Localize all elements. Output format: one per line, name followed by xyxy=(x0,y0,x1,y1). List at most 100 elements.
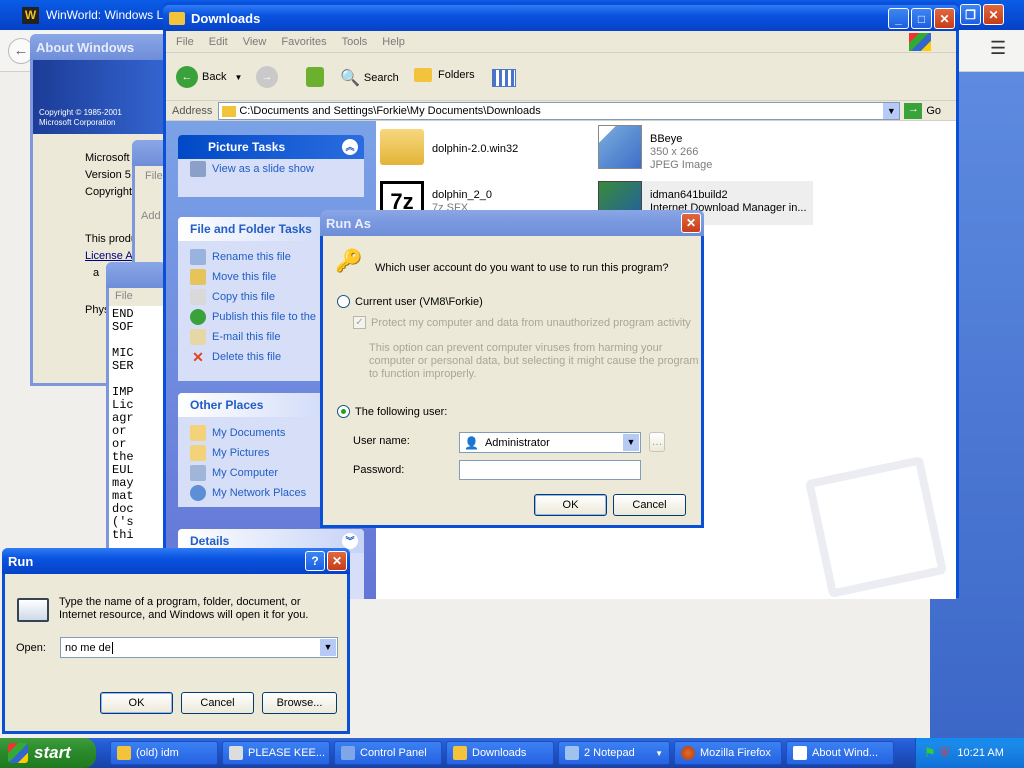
menu-edit[interactable]: Edit xyxy=(209,36,228,48)
close-icon[interactable]: ✕ xyxy=(681,213,701,233)
run-program-icon xyxy=(17,598,49,622)
views-icon[interactable] xyxy=(492,69,516,87)
folders-icon xyxy=(414,68,432,82)
address-input[interactable]: C:\Documents and Settings\Forkie\My Docu… xyxy=(218,101,901,120)
task-slideshow[interactable]: View as a slide show xyxy=(178,159,364,179)
close-icon[interactable]: ✕ xyxy=(327,551,347,571)
task-label: Control Panel xyxy=(360,747,427,759)
minimize-icon[interactable]: _ xyxy=(888,8,909,29)
address-dropdown-icon[interactable]: ▼ xyxy=(883,102,900,119)
text-caret xyxy=(111,641,113,654)
copy-icon xyxy=(190,289,206,305)
clock: 10:21 AM xyxy=(957,747,1004,759)
close-icon[interactable]: ✕ xyxy=(934,8,955,29)
maximize-icon[interactable]: □ xyxy=(911,8,932,29)
about-copyright-1: Copyright © 1985-2001 xyxy=(39,108,122,117)
chevron-down-icon[interactable]: ▼ xyxy=(234,73,242,82)
menu-favorites[interactable]: Favorites xyxy=(281,36,326,48)
start-button[interactable]: start xyxy=(0,738,96,768)
user-avatar-icon: 👤 xyxy=(464,435,479,450)
help-icon[interactable]: ? xyxy=(305,551,325,571)
menu-view[interactable]: View xyxy=(243,36,267,48)
network-tray-icon[interactable]: ⚑ xyxy=(924,745,936,761)
network-icon xyxy=(190,485,206,501)
open-input[interactable]: no me de ▼ xyxy=(60,637,338,658)
task-label: About Wind... xyxy=(812,747,879,759)
runas-question: Which user account do you want to use to… xyxy=(375,262,669,274)
run-cancel-button[interactable]: Cancel xyxy=(181,692,254,714)
my-documents-icon xyxy=(190,425,206,441)
go-arrow-icon: → xyxy=(904,102,923,119)
collapse-icon[interactable]: ︽ xyxy=(342,139,358,155)
task-notepad-group[interactable]: 2 Notepad ▼ xyxy=(558,741,670,765)
forward-button[interactable]: → xyxy=(256,66,278,88)
chevron-down-icon[interactable]: ▼ xyxy=(623,434,639,451)
task-label: Rename this file xyxy=(212,251,291,263)
runas-titlebar: Run As ✕ xyxy=(320,210,704,236)
system-tray: ⚑ ⛨ 10:21 AM xyxy=(915,738,1024,768)
ff-menu-icon[interactable]: ☰ xyxy=(990,38,1006,59)
ff-close-icon[interactable]: ✕ xyxy=(983,4,1004,25)
menu-file[interactable]: File xyxy=(176,36,194,48)
notepad-text[interactable]: END SOF MIC SER IMP Lic agr or or the EUL may mat doc… xyxy=(109,306,163,542)
username-select[interactable]: 👤 Administrator ▼ xyxy=(459,432,641,453)
current-user-radio[interactable]: Current user (VM8\Forkie) xyxy=(337,295,483,308)
run-browse-button[interactable]: Browse... xyxy=(262,692,337,714)
ff-restore-icon[interactable]: ❐ xyxy=(960,4,981,25)
firefox-title: WinWorld: Windows Lon xyxy=(46,8,177,22)
run-title: Run xyxy=(8,553,34,569)
browse-users-button[interactable]: … xyxy=(649,432,665,452)
folders-button[interactable]: Folders xyxy=(414,68,475,82)
picture-tasks-header[interactable]: Picture Tasks ︽ xyxy=(178,135,364,159)
go-button[interactable]: → Go xyxy=(904,102,941,119)
task-old-idm[interactable]: (old) idm xyxy=(110,741,218,765)
file-name: BBeye xyxy=(650,133,683,145)
folder-big-icon xyxy=(380,129,424,165)
email-icon xyxy=(190,329,206,345)
back-arrow-icon: ← xyxy=(176,66,198,88)
checkmark-icon: ✓ xyxy=(353,316,366,329)
task-please-keep[interactable]: PLEASE KEE... xyxy=(222,741,330,765)
menu-help[interactable]: Help xyxy=(382,36,405,48)
security-shield-icon[interactable]: ⛨ xyxy=(940,745,950,761)
open-value: no me de xyxy=(65,641,111,654)
following-user-radio[interactable]: The following user: xyxy=(337,405,447,418)
firefox-icon xyxy=(681,746,695,760)
search-button[interactable]: 🔍 Search xyxy=(340,68,399,88)
cancel-button[interactable]: Cancel xyxy=(613,494,686,516)
ok-button[interactable]: OK xyxy=(534,494,607,516)
task-about-windows[interactable]: About Wind... xyxy=(786,741,894,765)
task-label: Downloads xyxy=(472,747,527,759)
notepad-menu-file[interactable]: File xyxy=(109,288,163,306)
run-dialog: Run ? ✕ Type the name of a program, fold… xyxy=(2,548,350,734)
task-control-panel[interactable]: Control Panel xyxy=(334,741,442,765)
file-type: JPEG Image xyxy=(650,159,713,171)
radio-on-icon xyxy=(337,405,350,418)
my-pictures-icon xyxy=(190,445,206,461)
place-label: My Documents xyxy=(212,427,286,439)
task-label: Copy this file xyxy=(212,291,275,303)
about-titlebar: About Windows xyxy=(30,34,175,60)
run-ok-button[interactable]: OK xyxy=(100,692,173,714)
taskbar: start (old) idm PLEASE KEE... Control Pa… xyxy=(0,738,1024,768)
task-firefox[interactable]: Mozilla Firefox xyxy=(674,741,782,765)
file-item[interactable]: BBeye 350 x 266 JPEG Image xyxy=(598,125,712,172)
chevron-down-icon[interactable]: ▼ xyxy=(320,639,336,656)
rename-icon xyxy=(190,249,206,265)
password-input[interactable] xyxy=(459,460,641,480)
folder-icon xyxy=(117,746,131,760)
other-places-title: Other Places xyxy=(190,398,264,412)
protect-label: Protect my computer and data from unauth… xyxy=(371,316,691,329)
menu-tools[interactable]: Tools xyxy=(342,36,368,48)
back-button[interactable]: ← Back ▼ xyxy=(176,66,242,88)
windows-logo-icon xyxy=(8,743,28,763)
notepad-icon xyxy=(565,746,579,760)
file-item[interactable]: dolphin-2.0.win32 xyxy=(380,125,518,165)
expand-icon[interactable]: ︾ xyxy=(342,533,358,549)
task-downloads[interactable]: Downloads xyxy=(446,741,554,765)
picture-tasks-panel: Picture Tasks ︽ View as a slide show xyxy=(178,135,364,197)
control-panel-icon xyxy=(341,746,355,760)
task-label: PLEASE KEE... xyxy=(248,747,326,759)
up-folder-icon[interactable] xyxy=(306,67,324,87)
protect-checkbox[interactable]: ✓ Protect my computer and data from unau… xyxy=(353,316,691,329)
